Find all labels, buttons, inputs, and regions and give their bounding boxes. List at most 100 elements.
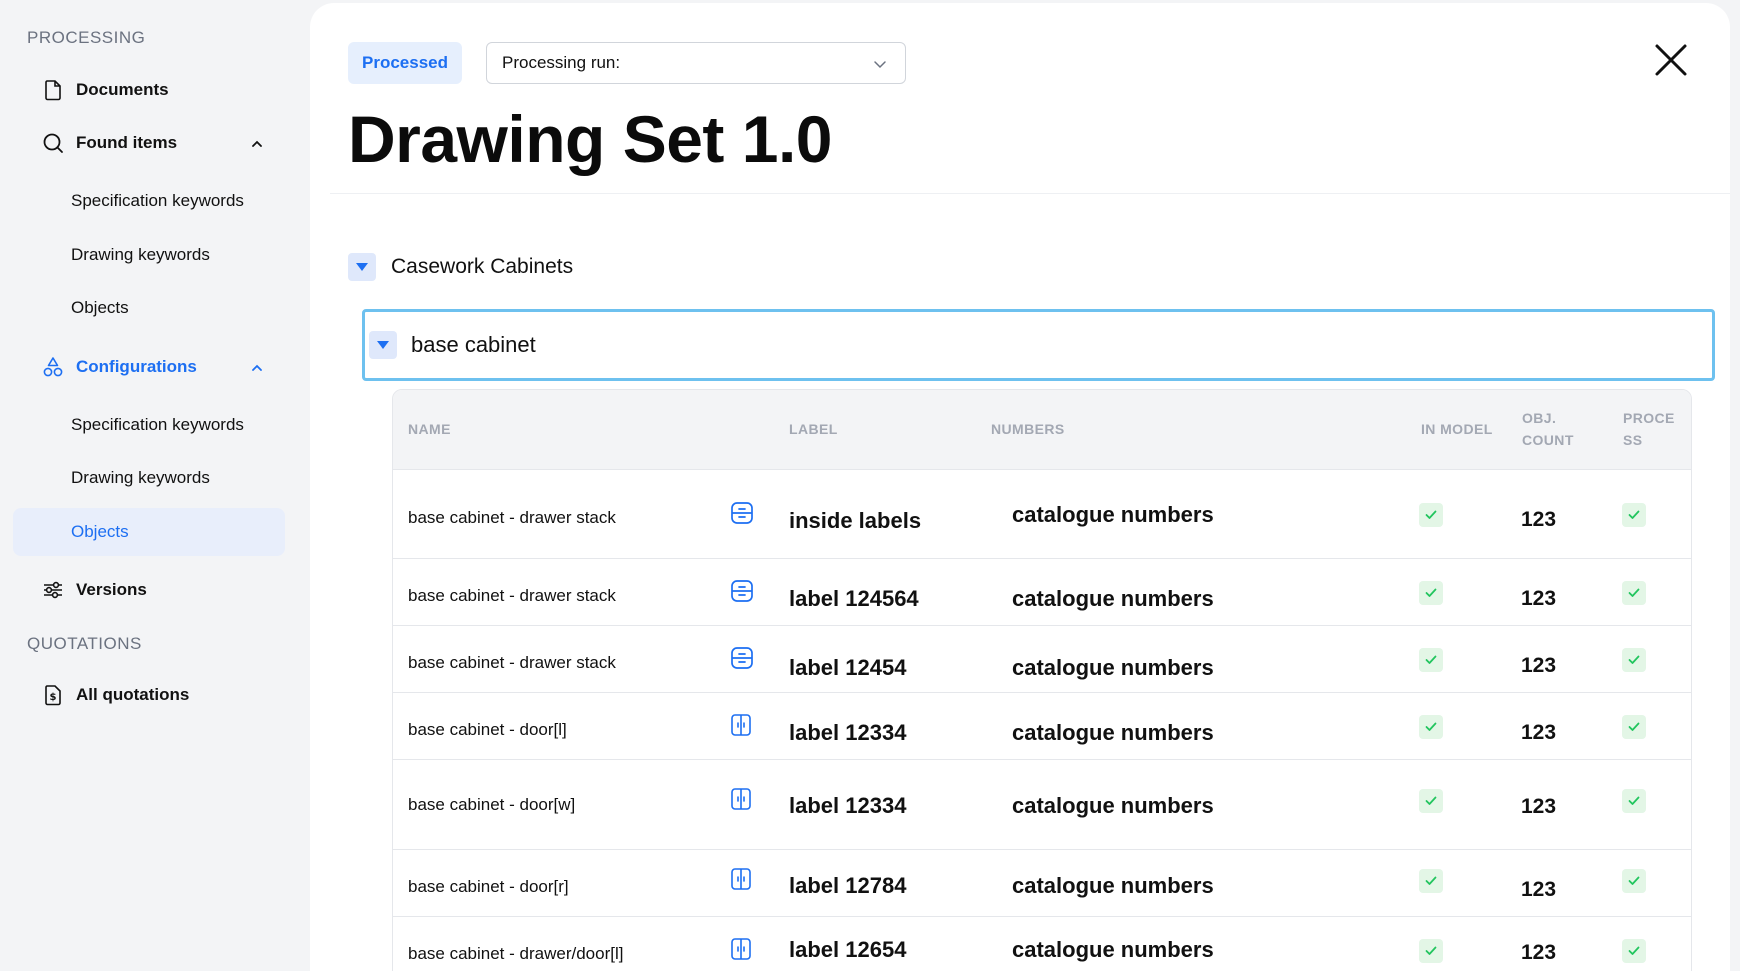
in-model-check-icon[interactable] [1419,715,1443,739]
group-label: Casework Cabinets [391,255,574,278]
sidebar-item-found-drawing-keywords[interactable]: Drawing keywords [71,235,210,275]
search-icon [42,132,64,154]
cell-name: base cabinet - drawer stack [408,653,616,672]
sidebar: PROCESSING Documents Found items Specifi… [0,0,300,971]
column-header-in-model[interactable]: IN MODEL [1421,418,1493,440]
cell-obj-count: 123 [1521,795,1557,818]
process-check-icon[interactable] [1622,648,1646,672]
process-check-icon[interactable] [1622,503,1646,527]
collapse-toggle[interactable] [348,253,376,281]
table-row[interactable]: base cabinet - door[r] label 12784 catalog… [393,850,1691,917]
sidebar-item-versions[interactable]: Versions [42,570,147,610]
close-button[interactable] [1650,41,1692,83]
objects-table: NAME LABEL NUMBERS IN MODEL OBJ. COUNT P… [392,389,1692,971]
processing-section-title: PROCESSING [27,28,146,47]
cell-numbers: catalogue numbers [1012,873,1214,898]
sidebar-item-config-objects[interactable]: Objects [13,508,285,556]
sidebar-item-label: Configurations [76,357,197,376]
sidebar-item-config-drawing-keywords[interactable]: Drawing keywords [71,458,210,498]
collapse-toggle[interactable] [369,331,397,359]
sidebar-item-found-spec-keywords[interactable]: Specification keywords [71,181,244,221]
in-model-check-icon[interactable] [1419,503,1443,527]
sidebar-item-all-quotations[interactable]: $ All quotations [42,675,189,715]
cell-name: base cabinet - drawer stack [408,508,616,527]
group-casework-cabinets[interactable]: Casework Cabinets [348,252,573,282]
cell-label: label 12654 [789,937,907,962]
cell-label: label 12334 [789,720,907,745]
cell-obj-count: 123 [1521,941,1557,964]
column-header-process[interactable]: PROCE SS [1623,407,1675,451]
header-divider [330,193,1730,194]
column-header-label[interactable]: LABEL [789,418,838,440]
column-header-line: OBJ. [1522,410,1557,426]
sidebar-item-found-items[interactable]: Found items [42,123,272,163]
cell-label: label 12784 [789,873,907,898]
column-header-line: SS [1623,432,1643,448]
main-panel: Processed Processing run: Drawing Set 1.… [310,3,1730,971]
cell-name: base cabinet - door[l] [408,720,567,739]
cell-name: base cabinet - drawer/door[l] [408,944,624,963]
page-title: Drawing Set 1.0 [348,102,833,176]
processing-run-select[interactable]: Processing run: [486,42,906,84]
drawer-icon [730,579,754,603]
column-header-name[interactable]: NAME [408,418,451,440]
cell-name: base cabinet - drawer stack [408,586,616,605]
sidebar-item-label: Documents [76,80,169,99]
chevron-up-icon[interactable] [250,136,264,150]
table-header: NAME LABEL NUMBERS IN MODEL OBJ. COUNT P… [393,390,1691,470]
process-check-icon[interactable] [1622,869,1646,893]
in-model-check-icon[interactable] [1419,648,1443,672]
cell-name: base cabinet - door[r] [408,877,569,896]
drawer-icon [730,646,754,670]
table-row[interactable]: base cabinet - drawer stack label 124564 c… [393,559,1691,626]
in-model-check-icon[interactable] [1419,869,1443,893]
door-icon [730,867,754,891]
sidebar-item-configurations[interactable]: Configurations [42,347,272,387]
quotations-section-title: QUOTATIONS [27,634,142,653]
shapes-icon [42,356,64,378]
door-icon [730,937,754,961]
invoice-dollar-icon: $ [42,684,64,706]
process-check-icon[interactable] [1622,715,1646,739]
cell-label: label 124564 [789,586,919,611]
table-row[interactable]: base cabinet - drawer stack inside labels… [393,470,1691,559]
in-model-check-icon[interactable] [1419,581,1443,605]
cell-numbers: catalogue numbers [1012,720,1214,745]
column-header-line: PROCE [1623,410,1675,426]
table-body: base cabinet - drawer stack inside labels… [393,470,1691,971]
cell-label: label 12334 [789,793,907,818]
process-check-icon[interactable] [1622,789,1646,813]
process-check-icon[interactable] [1622,939,1646,963]
chevron-down-icon [873,56,887,70]
table-row[interactable]: base cabinet - door[l] label 12334 catalog… [393,693,1691,760]
column-header-numbers[interactable]: NUMBERS [991,418,1065,440]
sidebar-item-documents[interactable]: Documents [42,70,169,110]
sidebar-item-label: Versions [76,580,147,599]
drawer-icon [730,501,754,525]
door-icon [730,713,754,737]
cell-obj-count: 123 [1521,587,1557,610]
subgroup-base-cabinet[interactable]: base cabinet [362,309,1715,381]
sidebar-item-label: All quotations [76,685,190,704]
sidebar-item-found-objects[interactable]: Objects [71,288,129,328]
column-header-obj-count[interactable]: OBJ. COUNT [1522,407,1574,451]
svg-text:$: $ [50,692,57,703]
sidebar-item-config-spec-keywords[interactable]: Specification keywords [71,405,244,445]
chevron-up-icon[interactable] [250,360,264,374]
process-check-icon[interactable] [1622,581,1646,605]
processing-run-label: Processing run: [502,53,621,72]
table-row[interactable]: base cabinet - drawer stack label 12454 ca… [393,626,1691,693]
cell-name: base cabinet - door[w] [408,795,576,814]
cell-obj-count: 123 [1521,654,1557,677]
cell-label: label 12454 [789,655,907,680]
cell-numbers: catalogue numbers [1012,937,1214,962]
cell-label: inside labels [789,508,922,533]
subgroup-label: base cabinet [411,332,536,357]
in-model-check-icon[interactable] [1419,789,1443,813]
cell-numbers: catalogue numbers [1012,793,1214,818]
table-row[interactable]: base cabinet - drawer/door[l] label 12654… [393,917,1691,971]
cell-numbers: catalogue numbers [1012,655,1214,680]
in-model-check-icon[interactable] [1419,939,1443,963]
sliders-icon [42,579,64,601]
table-row[interactable]: base cabinet - door[w] label 12334 catalog… [393,760,1691,850]
